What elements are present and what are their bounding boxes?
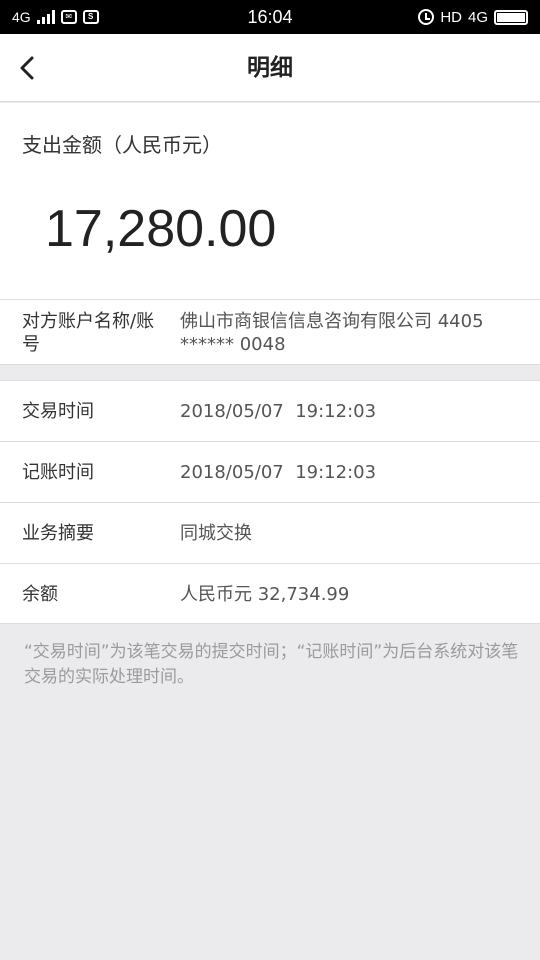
list-item: 交易时间 2018/05/07 19:12:03: [0, 381, 540, 442]
status-right: HD 4G: [418, 0, 528, 34]
network-right-label: 4G: [467, 8, 488, 26]
amount-label: 支出金额（人民币元）: [22, 133, 222, 157]
hd-label: HD: [440, 8, 462, 26]
alarm-icon: [418, 9, 435, 25]
list-item: 业务摘要 同城交换: [0, 503, 540, 564]
detail-label: 记账时间: [22, 462, 94, 483]
battery-fill: [497, 12, 525, 22]
detail-value: 2018/05/07 19:12:03: [180, 401, 377, 422]
counterparty-row: 对方账户名称/账号 佛山市商银信信息咨询有限公司 4405 ****** 004…: [0, 299, 540, 365]
amount-section: 支出金额（人民币元） 17,280.00: [0, 103, 540, 299]
footnote: “交易时间”为该笔交易的提交时间；“记账时间”为后台系统对该笔交易的实际处理时间…: [24, 642, 519, 687]
detail-label: 业务摘要: [22, 523, 94, 544]
detail-value: 同城交换: [180, 523, 252, 544]
detail-value: 2018/05/07 19:12:03: [180, 462, 377, 483]
status-bar: 4G ✉ S 16:04 HD 4G: [0, 0, 540, 34]
counterparty-label: 对方账户名称/账号: [22, 311, 155, 355]
amount-value: 17,280.00: [45, 200, 277, 258]
nav-bar: 明细: [0, 34, 540, 102]
detail-label: 余额: [22, 584, 58, 605]
page-title: 明细: [247, 55, 293, 81]
list-item: 记账时间 2018/05/07 19:12:03: [0, 442, 540, 503]
list-item: 余额 人民币元 32,734.99: [0, 564, 540, 625]
battery-icon: [494, 9, 528, 25]
details-list: 交易时间 2018/05/07 19:12:03 记账时间 2018/05/07…: [0, 380, 540, 624]
detail-value: 人民币元 32,734.99: [180, 584, 350, 605]
counterparty-value: 佛山市商银信信息咨询有限公司 4405 ****** 0048: [180, 311, 484, 355]
detail-label: 交易时间: [22, 401, 94, 422]
